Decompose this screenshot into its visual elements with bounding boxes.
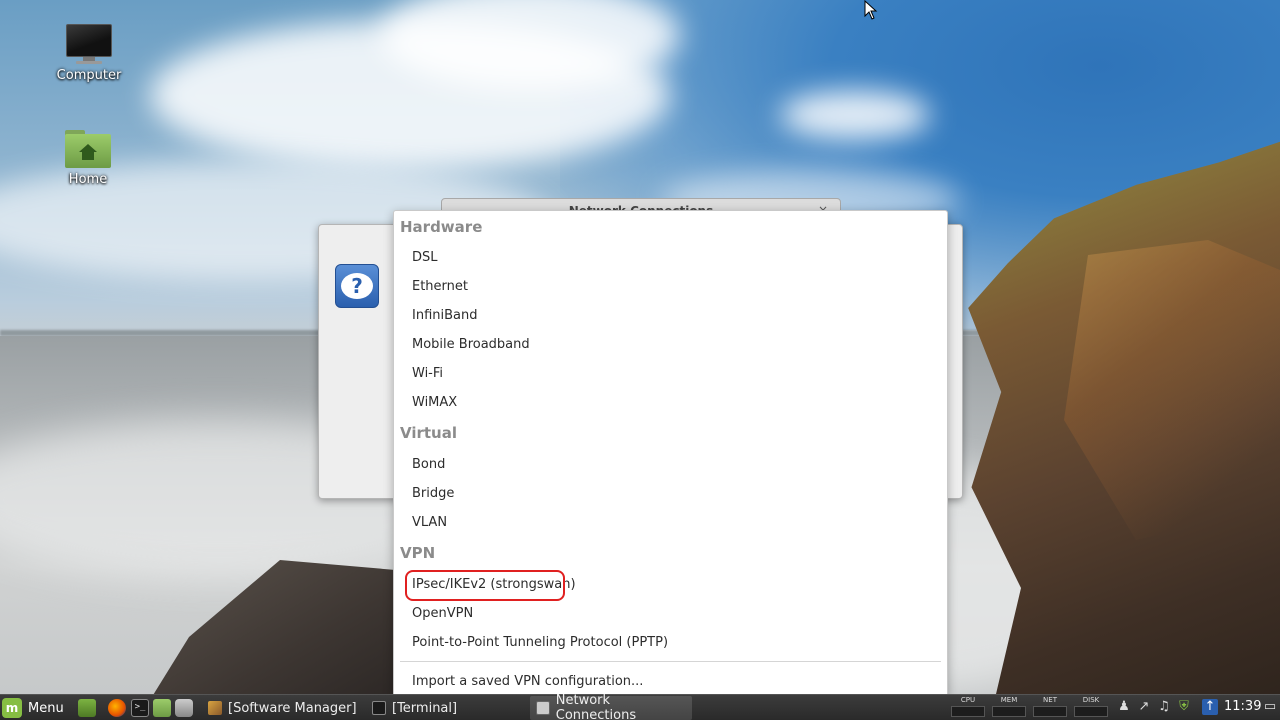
network-icon [536, 701, 550, 715]
user-icon[interactable]: ♟ [1116, 699, 1132, 715]
mem-monitor-label: MEM [1000, 696, 1018, 704]
highlight-annotation [405, 570, 565, 601]
clock[interactable]: 11:39 [1224, 699, 1261, 714]
menu-item-wifi[interactable]: Wi-Fi [412, 366, 443, 381]
shield-icon[interactable]: ⛨ [1176, 699, 1192, 715]
show-desktop-tray-icon[interactable]: ▭ [1262, 699, 1278, 715]
menu-button[interactable]: m Menu [2, 697, 70, 719]
task-label: [Software Manager] [228, 700, 357, 716]
menu-item-pptp[interactable]: Point-to-Point Tunneling Protocol (PPTP) [412, 635, 668, 650]
menu-item-bridge[interactable]: Bridge [412, 486, 454, 501]
disk-monitor[interactable]: DISK [1072, 696, 1110, 720]
desktop-icon-label: Computer [56, 68, 122, 83]
task-terminal[interactable]: [Terminal] [366, 696, 528, 720]
mem-monitor[interactable]: MEM [990, 696, 1028, 720]
menu-item-infiniband[interactable]: InfiniBand [412, 308, 478, 323]
connection-type-menu: Hardware DSL Ethernet InfiniBand Mobile … [393, 210, 948, 695]
volume-icon[interactable]: ♫ [1156, 699, 1172, 715]
terminal-launcher-icon[interactable]: >_ [131, 699, 149, 717]
section-header-vpn: VPN [400, 544, 436, 562]
question-bubble-icon: ? [335, 264, 379, 308]
home-folder-icon [65, 130, 111, 168]
menu-item-bond[interactable]: Bond [412, 457, 445, 472]
disk-monitor-label: DISK [1082, 696, 1100, 704]
desktop-icon-label: Home [68, 172, 108, 187]
mint-logo-icon: m [2, 698, 22, 718]
update-manager-icon[interactable]: ↑ [1202, 699, 1218, 715]
menu-label: Menu [28, 700, 64, 716]
menu-separator [400, 661, 941, 662]
screenshot-launcher-icon[interactable] [175, 699, 193, 717]
task-label: [Terminal] [392, 700, 458, 716]
menu-item-wimax[interactable]: WiMAX [412, 395, 457, 410]
task-network-connections[interactable]: Network Connections [530, 693, 692, 720]
net-monitor-label: NET [1043, 696, 1057, 704]
files-launcher-icon[interactable] [153, 699, 171, 717]
menu-item-dsl[interactable]: DSL [412, 250, 438, 265]
cpu-monitor[interactable]: CPU [949, 696, 987, 720]
software-manager-icon [208, 701, 222, 715]
taskbar: m Menu >_ [Software Manager] [Terminal] … [0, 693, 1280, 720]
desktop-icon-home[interactable]: Home [43, 130, 133, 187]
cpu-monitor-label: CPU [960, 696, 976, 704]
mouse-pointer-icon [864, 0, 878, 20]
computer-icon [64, 24, 114, 64]
section-header-virtual: Virtual [400, 424, 457, 442]
firefox-icon[interactable] [108, 699, 126, 717]
show-desktop-icon[interactable] [78, 699, 96, 717]
net-monitor[interactable]: NET [1031, 696, 1069, 720]
menu-item-vlan[interactable]: VLAN [412, 515, 447, 530]
section-header-hardware: Hardware [400, 218, 483, 236]
menu-item-openvpn[interactable]: OpenVPN [412, 606, 473, 621]
task-label: Network Connections [555, 693, 637, 720]
task-software-manager[interactable]: [Software Manager] [202, 696, 364, 720]
terminal-icon [372, 701, 386, 715]
menu-item-import-vpn[interactable]: Import a saved VPN configuration... [412, 674, 643, 689]
menu-item-mobile-broadband[interactable]: Mobile Broadband [412, 337, 530, 352]
menu-item-ethernet[interactable]: Ethernet [412, 279, 468, 294]
desktop-icon-computer[interactable]: Computer [44, 24, 134, 83]
network-tray-icon[interactable]: ↗ [1136, 699, 1152, 715]
